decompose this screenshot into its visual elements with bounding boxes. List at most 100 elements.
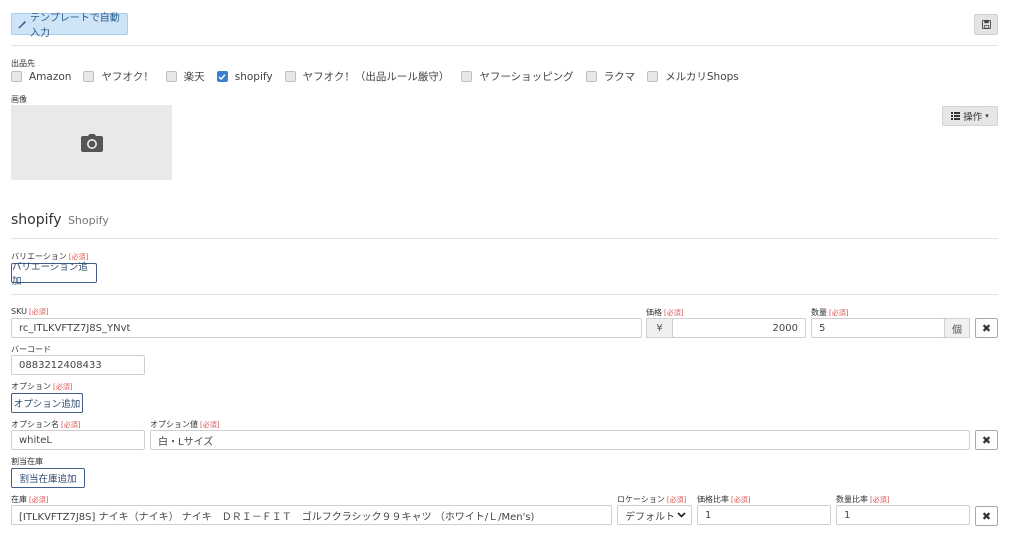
required-tag: [必須] [731,496,751,504]
template-autofill-label: テンプレートで自動入力 [30,13,120,39]
stock-label: 在庫 [必須] [11,494,48,505]
channel-shopify[interactable]: shopify [216,70,273,83]
stock-input[interactable]: [ITLKVFTZ7J8S] ナイキ（ナイキ） ナイキ ＤＲＩ－ＦＩＴ ゴルフク… [11,505,612,525]
add-option-button[interactable]: オプション追加 [11,393,83,413]
section-subtitle: Shopify [67,214,109,227]
list-icon [951,112,961,120]
save-button[interactable] [974,14,998,35]
channel-label: Amazon [29,70,72,83]
close-icon: ✖ [981,433,992,447]
channel-rakuma[interactable]: ラクマ [585,69,636,84]
checkbox[interactable] [647,71,659,82]
channel-label: ヤフオク！ [101,71,154,83]
template-autofill-button[interactable]: テンプレートで自動入力 [11,13,128,39]
quantity-ratio-input[interactable]: 1 [836,505,970,525]
channel-yahoo-auction-rules[interactable]: ヤフオク！（出品ルール厳守） [284,69,450,84]
remove-stock-button[interactable]: ✖ [975,506,998,526]
location-select[interactable]: デフォルト [617,505,692,525]
operations-label: 操作 [963,112,983,123]
divider [11,45,998,46]
checkbox[interactable] [11,71,22,82]
quantity-input[interactable]: 5 [811,318,945,338]
option-value-label-text: オプション値 [150,420,198,429]
check-icon [218,73,226,80]
channel-label: メルカリShops [665,71,739,83]
section-title-main: shopify [11,212,62,228]
divider [11,294,998,295]
section-title: shopify Shopify [11,212,109,228]
add-allocation-button[interactable]: 割当在庫追加 [11,468,85,488]
option-label-text: オプション [11,382,51,391]
location-label-text: ロケーション [617,495,665,504]
checkbox[interactable] [165,71,177,82]
quantity-label: 数量 [必須] [811,307,848,318]
channel-label: 楽天 [183,71,205,83]
channel-label: ヤフオク！（出品ルール厳守） [302,71,450,83]
channel-label: ヤフーショッピング [479,71,574,83]
price-label-text: 価格 [646,308,662,317]
channel-mercari-shops[interactable]: メルカリShops [647,69,739,84]
allocation-label: 割当在庫 [11,457,43,466]
camera-icon [80,133,103,152]
required-tag: [必須] [200,421,220,429]
channel-yahoo-auction[interactable]: ヤフオク！ [83,69,154,84]
sku-label: SKU [必須] [11,307,48,317]
yen-addon: ¥ [646,318,673,338]
chevron-down-icon [677,512,686,518]
sku-label-text: SKU [11,307,27,316]
barcode-label: バーコード [11,345,51,354]
price-ratio-label-text: 価格比率 [697,495,729,504]
location-label: ロケーション [必須] [617,494,686,505]
add-variation-button[interactable]: バリエーション追加 [11,262,97,287]
channel-checkbox-group: Amazon ヤフオク！ 楽天 shopify ヤフオク！（出品ルール厳守） ヤ… [11,69,751,84]
channel-amazon[interactable]: Amazon [11,71,71,83]
option-value-input[interactable]: 白・Lサイズ [150,430,970,450]
checkbox[interactable] [284,71,296,82]
channel-yahoo-shopping[interactable]: ヤフーショッピング [461,69,574,84]
magic-wand-icon [18,19,27,29]
location-selected-value: デフォルト [625,511,675,523]
channel-rakuten[interactable]: 楽天 [165,69,205,84]
required-tag: [必須] [829,309,849,317]
option-label: オプション [必須] [11,381,72,392]
channel-label: shopify [234,70,273,83]
quantity-ratio-label-text: 数量比率 [836,495,868,504]
price-input[interactable]: 2000 [672,318,806,338]
checkbox[interactable] [83,71,95,82]
price-ratio-input[interactable]: 1 [697,505,831,525]
checkbox[interactable] [461,71,473,82]
option-name-input[interactable]: whiteL [11,430,145,450]
operations-dropdown-button[interactable]: 操作 ▾ [942,106,998,126]
channels-label: 出品先 [11,59,35,68]
image-upload-area[interactable] [11,105,172,180]
option-value-label: オプション値 [必須] [150,419,219,430]
divider [11,238,998,239]
checkbox-checked[interactable] [216,71,228,82]
caret-down-icon: ▾ [985,112,989,120]
stock-label-text: 在庫 [11,495,27,504]
required-tag: [必須] [61,421,81,429]
channel-label: ラクマ [603,71,636,83]
quantity-label-text: 数量 [811,308,827,317]
checkbox[interactable] [585,71,597,82]
sku-input[interactable]: rc_ITLKVFTZ7J8S_YNvt [11,318,642,338]
required-tag: [必須] [29,496,49,504]
price-label: 価格 [必須] [646,307,683,318]
option-name-label-text: オプション名 [11,420,59,429]
required-tag: [必須] [28,308,49,316]
required-tag: [必須] [666,496,687,504]
barcode-input[interactable]: 0883212408433 [11,355,145,375]
image-label: 画像 [11,95,27,104]
close-icon: ✖ [981,509,992,523]
unit-addon: 個 [944,318,970,338]
remove-option-button[interactable]: ✖ [975,430,998,450]
remove-sku-button[interactable]: ✖ [975,318,998,338]
option-name-label: オプション名 [必須] [11,419,80,430]
close-icon: ✖ [981,321,992,335]
required-tag: [必須] [53,383,73,391]
quantity-ratio-label: 数量比率 [必須] [836,494,889,505]
floppy-disk-icon [981,20,991,29]
required-tag: [必須] [870,496,890,504]
required-tag: [必須] [664,309,684,317]
price-ratio-label: 価格比率 [必須] [697,494,750,505]
